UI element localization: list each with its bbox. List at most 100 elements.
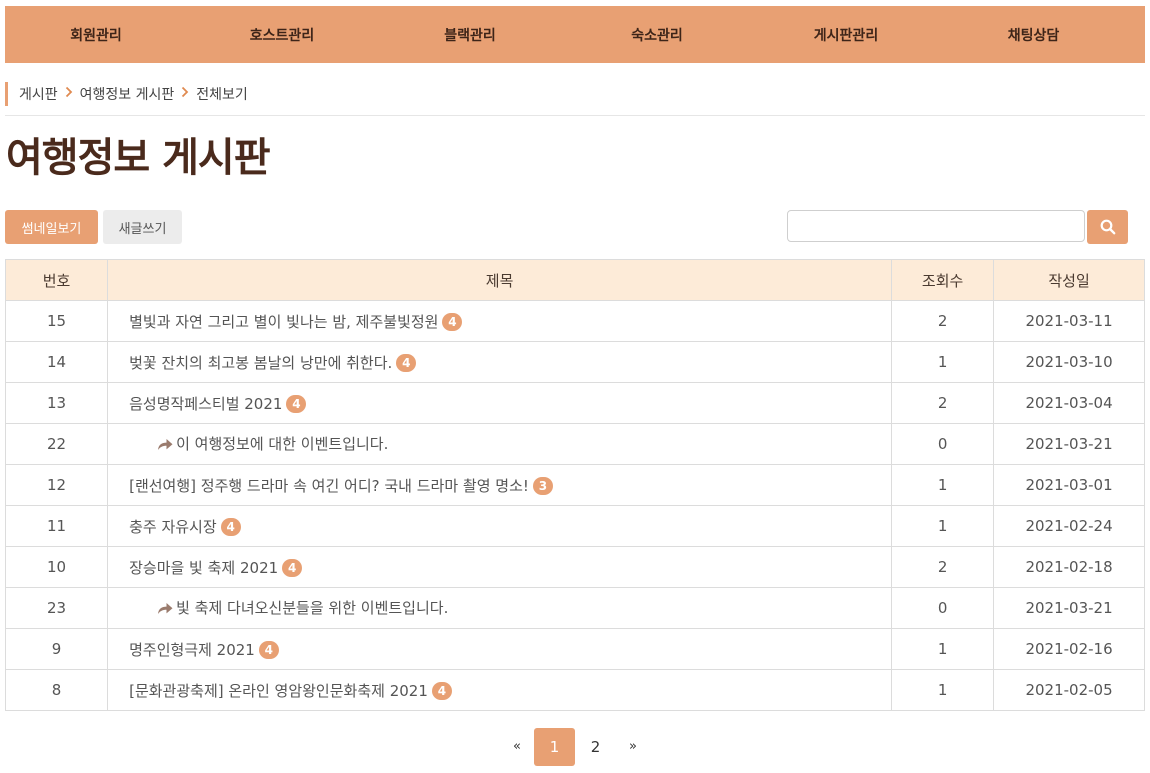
breadcrumb-item-0[interactable]: 게시판: [19, 84, 58, 104]
post-title-link[interactable]: 명주인형극제 2021: [129, 641, 255, 659]
post-title-link[interactable]: [랜선여행] 정주행 드라마 속 여긴 어디? 국내 드라마 촬영 명소!: [129, 477, 529, 495]
nav-item-5[interactable]: 채팅상담: [941, 25, 1126, 45]
pagination: «1 2»: [500, 728, 650, 766]
breadcrumb: 게시판 여행정보 게시판 전체보기: [5, 82, 248, 106]
comment-count-badge: 3: [532, 476, 553, 495]
table-row: 14 벚꽃 잔치의 최고봉 봄날의 낭만에 취한다. 4 1 2021-03-10: [4, 341, 1145, 383]
comment-count-badge: 4: [258, 640, 279, 659]
comment-count-badge: 4: [442, 312, 463, 331]
breadcrumb-divider: [5, 115, 1145, 116]
view-count: 1: [891, 464, 995, 506]
pagination-page-1[interactable]: 1: [534, 728, 575, 766]
nav-item-4[interactable]: 게시판관리: [751, 25, 941, 45]
header-date: 작성일: [993, 259, 1145, 301]
post-number: 12: [4, 464, 109, 506]
nav-item-2[interactable]: 블랙관리: [377, 25, 563, 45]
view-count: 2: [891, 382, 995, 424]
post-title-link[interactable]: 벚꽃 잔치의 최고봉 봄날의 낭만에 취한다.: [129, 354, 392, 372]
view-count: 1: [891, 628, 995, 670]
post-title-cell: 빛 축제 다녀오신분들을 위한 이벤트입니다.: [107, 587, 893, 629]
post-title-link[interactable]: 음성명작페스티벌 2021: [129, 395, 282, 413]
post-title-cell: 별빛과 자연 그리고 별이 빛나는 밤, 제주불빛정원 4: [107, 300, 893, 342]
search-button[interactable]: [1087, 210, 1128, 244]
comment-count-badge: 4: [286, 394, 307, 413]
table-row: 22 이 여행정보에 대한 이벤트입니다. 0 2021-03-21: [4, 423, 1145, 465]
table-row: 15 별빛과 자연 그리고 별이 빛나는 밤, 제주불빛정원 4 2 2021-03-1…: [4, 300, 1145, 342]
post-date: 2021-02-05: [993, 669, 1145, 711]
header-number: 번호: [4, 259, 109, 301]
post-number: 9: [4, 628, 109, 670]
view-count: 0: [891, 423, 995, 465]
chevron-right-icon: [65, 86, 73, 102]
post-date: 2021-02-24: [993, 505, 1145, 547]
post-number: 15: [4, 300, 109, 342]
post-number: 22: [4, 423, 109, 465]
nav-item-1[interactable]: 호스트관리: [187, 25, 377, 45]
post-date: 2021-03-11: [993, 300, 1145, 342]
view-count: 1: [891, 505, 995, 547]
post-number: 13: [4, 382, 109, 424]
view-count: 2: [891, 300, 995, 342]
table-row: 9 명주인형극제 2021 4 1 2021-02-16: [4, 628, 1145, 670]
post-number: 23: [4, 587, 109, 629]
page-title: 여행정보 게시판: [6, 135, 271, 181]
post-title-cell: 명주인형극제 2021 4: [107, 628, 893, 670]
comment-count-badge: 4: [220, 517, 241, 536]
chevron-right-icon: [181, 86, 189, 102]
post-date: 2021-03-04: [993, 382, 1145, 424]
top-navigation: 회원관리 호스트관리 블랙관리 숙소관리 게시판관리 채팅상담: [5, 6, 1145, 63]
post-title-link[interactable]: [문화관광축제] 온라인 영암왕인문화축제 2021: [129, 682, 428, 700]
breadcrumb-item-2: 전체보기: [196, 87, 248, 103]
table-row: 11 충주 자유시장 4 1 2021-02-24: [4, 505, 1145, 547]
post-title-link[interactable]: 이 여행정보에 대한 이벤트입니다.: [176, 435, 388, 453]
board-table: 번호 제목 조회수 작성일 15 별빛과 자연 그리고 별이 빛나는 밤, 제주불…: [4, 259, 1145, 711]
post-title-cell: 충주 자유시장 4: [107, 505, 893, 547]
post-title-cell: 음성명작페스티벌 2021 4: [107, 382, 893, 424]
comment-count-badge: 4: [396, 353, 417, 372]
post-title-link[interactable]: 충주 자유시장: [129, 518, 217, 536]
post-title-cell: 이 여행정보에 대한 이벤트입니다.: [107, 423, 893, 465]
table-header-row: 번호 제목 조회수 작성일: [4, 259, 1145, 301]
comment-count-badge: 4: [282, 558, 303, 577]
search-icon: [1100, 219, 1115, 235]
comment-count-badge: 4: [431, 681, 452, 700]
post-date: 2021-03-10: [993, 341, 1145, 383]
header-views: 조회수: [891, 259, 995, 301]
post-number: 14: [4, 341, 109, 383]
pagination-next[interactable]: »: [616, 728, 650, 766]
post-date: 2021-03-21: [993, 423, 1145, 465]
table-row: 23 빛 축제 다녀오신분들을 위한 이벤트입니다. 0 2021-03-21: [4, 587, 1145, 629]
pagination-page-2[interactable]: 2: [575, 728, 616, 766]
view-count: 1: [891, 669, 995, 711]
post-title-cell: [랜선여행] 정주행 드라마 속 여긴 어디? 국내 드라마 촬영 명소! 3: [107, 464, 893, 506]
new-post-button[interactable]: 새글쓰기: [103, 210, 182, 244]
thumbnail-view-button[interactable]: 썸네일보기: [5, 210, 98, 244]
post-title-link[interactable]: 별빛과 자연 그리고 별이 빛나는 밤, 제주불빛정원: [129, 313, 438, 331]
breadcrumb-item-1[interactable]: 여행정보 게시판: [80, 84, 175, 104]
post-date: 2021-02-16: [993, 628, 1145, 670]
post-number: 11: [4, 505, 109, 547]
post-date: 2021-03-21: [993, 587, 1145, 629]
post-number: 8: [4, 669, 109, 711]
post-title-cell: [문화관광축제] 온라인 영암왕인문화축제 2021 4: [107, 669, 893, 711]
pagination-prev[interactable]: «: [500, 728, 534, 766]
nav-item-3[interactable]: 숙소관리: [563, 25, 751, 45]
view-count: 1: [891, 341, 995, 383]
table-row: 8 [문화관광축제] 온라인 영암왕인문화축제 2021 4 1 2021-02-05: [4, 669, 1145, 711]
view-count: 2: [891, 546, 995, 588]
table-row: 12 [랜선여행] 정주행 드라마 속 여긴 어디? 국내 드라마 촬영 명소! 3…: [4, 464, 1145, 506]
header-title: 제목: [107, 259, 893, 301]
post-date: 2021-02-18: [993, 546, 1145, 588]
post-title-cell: 장승마을 빛 축제 2021 4: [107, 546, 893, 588]
search-input[interactable]: [787, 210, 1085, 242]
view-count: 0: [891, 587, 995, 629]
post-date: 2021-03-01: [993, 464, 1145, 506]
reply-arrow-icon: [157, 437, 173, 455]
table-row: 13 음성명작페스티벌 2021 4 2 2021-03-04: [4, 382, 1145, 424]
post-title-link[interactable]: 빛 축제 다녀오신분들을 위한 이벤트입니다.: [176, 599, 448, 617]
reply-arrow-icon: [157, 601, 173, 619]
post-number: 10: [4, 546, 109, 588]
table-row: 10 장승마을 빛 축제 2021 4 2 2021-02-18: [4, 546, 1145, 588]
nav-item-0[interactable]: 회원관리: [5, 25, 187, 45]
post-title-link[interactable]: 장승마을 빛 축제 2021: [129, 559, 278, 577]
